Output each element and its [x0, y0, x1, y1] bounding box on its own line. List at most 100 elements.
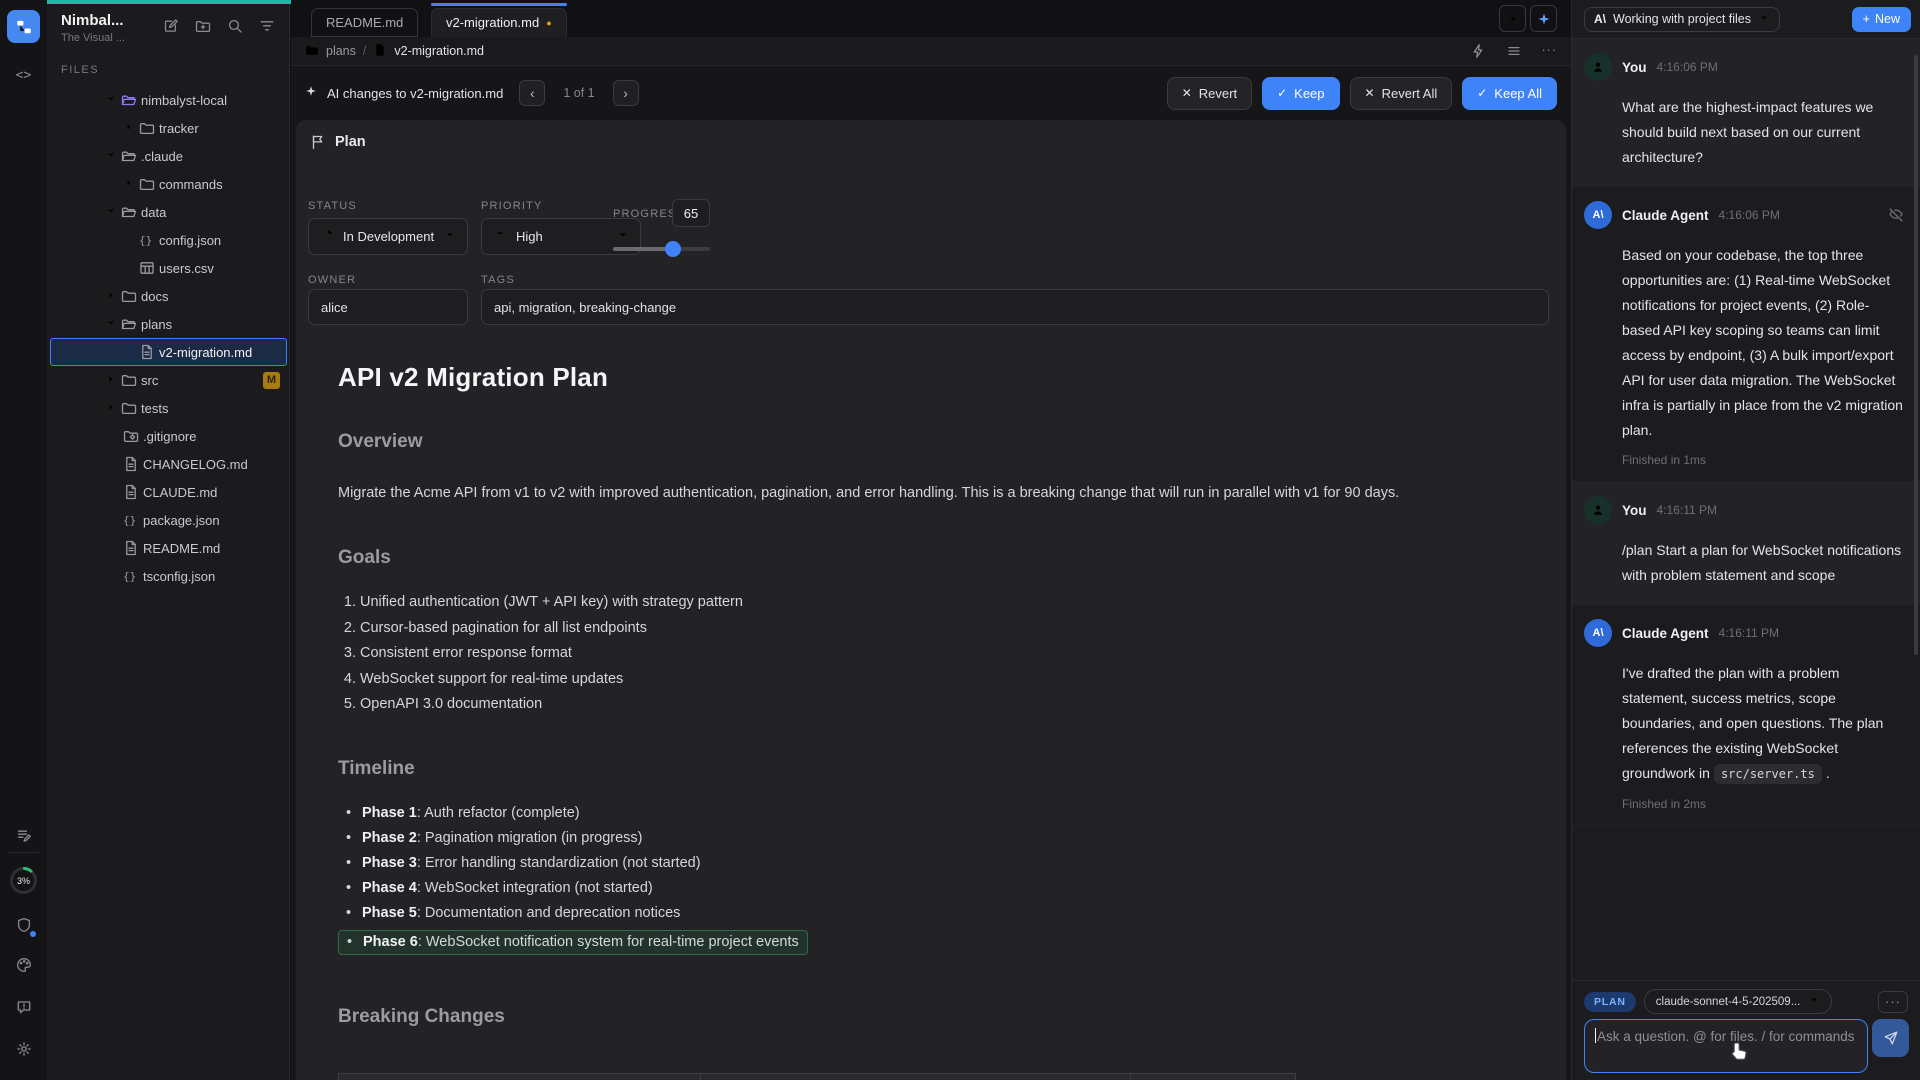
file-label: commands — [159, 177, 223, 192]
send-button[interactable] — [1872, 1019, 1909, 1057]
file-label: tsconfig.json — [143, 569, 215, 584]
slider-thumb[interactable] — [665, 241, 681, 257]
code-tag-glyph: <> — [16, 68, 32, 83]
file-tree-item-tsconfig[interactable]: {} tsconfig.json — [47, 562, 290, 590]
file-tree-item-gitignore[interactable]: .gitignore — [47, 422, 290, 450]
keep-button[interactable]: ✓ Keep — [1262, 77, 1339, 110]
file-tree-item-commands[interactable]: commands — [47, 170, 290, 198]
ai-sparkle-button[interactable] — [1530, 5, 1557, 32]
chevron-right-icon[interactable] — [105, 289, 121, 304]
notes-compose-icon[interactable] — [0, 818, 47, 852]
file-tree-item-src[interactable]: src M — [47, 366, 290, 394]
breadcrumb-folder[interactable]: plans — [326, 44, 356, 58]
file-tree-item-plans[interactable]: plans — [47, 310, 290, 338]
folder-gear-icon — [123, 428, 143, 444]
file-tree-item-readme[interactable]: README.md — [47, 534, 290, 562]
file-tree-item-users-csv[interactable]: users.csv — [47, 254, 290, 282]
feedback-icon[interactable] — [0, 990, 47, 1024]
file-tree-item-changelog[interactable]: CHANGELOG.md — [47, 450, 290, 478]
composer-more-button[interactable]: ··· — [1878, 991, 1908, 1013]
revert-button[interactable]: ✕ Revert — [1167, 77, 1252, 110]
progress-slider[interactable] — [613, 241, 710, 257]
priority-label: PRIORITY — [481, 200, 543, 212]
tab-v2-migration[interactable]: v2-migration.md ● — [431, 8, 567, 37]
timeline-heading: Timeline — [338, 758, 1536, 780]
claude-logo-icon: A\ — [1594, 12, 1606, 26]
chevron-down-icon[interactable] — [105, 205, 121, 220]
tab-label: v2-migration.md — [446, 15, 539, 30]
outline-list-icon[interactable] — [1506, 43, 1522, 59]
chevron-down-icon[interactable] — [105, 317, 121, 332]
rail-divider — [8, 852, 39, 853]
message-text: I've drafted the plan with a problem sta… — [1622, 661, 1904, 787]
progress-value[interactable]: 65 — [672, 199, 710, 227]
chat-input[interactable]: Ask a question. @ for files. / for comma… — [1584, 1019, 1868, 1073]
search-icon[interactable] — [227, 18, 243, 34]
keep-all-button[interactable]: ✓ Keep All — [1462, 77, 1557, 110]
chevron-right-icon[interactable] — [123, 121, 139, 136]
status-select[interactable]: In Development — [308, 218, 468, 255]
chevron-right-icon[interactable] — [105, 401, 121, 416]
breadcrumb-file[interactable]: v2-migration.md — [394, 44, 484, 58]
context-dropdown[interactable]: A\ Working with project files — [1584, 7, 1780, 32]
file-tree-item-claude-dir[interactable]: .claude — [47, 142, 290, 170]
tags-input[interactable]: api, migration, breaking-change — [481, 289, 1549, 325]
new-chat-button[interactable]: + New — [1852, 7, 1911, 32]
file-tree-item-tests[interactable]: tests — [47, 394, 290, 422]
breaking-changes-table: v1 v2 Migration — [338, 1073, 1296, 1080]
chat-messages: You 4:16:06 PM What are the highest-impa… — [1572, 39, 1920, 960]
breaking-changes-heading: Breaking Changes — [338, 1006, 1536, 1028]
check-icon: ✓ — [1477, 86, 1487, 100]
run-bolt-icon[interactable] — [1470, 43, 1486, 59]
tab-readme[interactable]: README.md — [311, 8, 418, 37]
new-note-icon[interactable] — [163, 18, 179, 34]
chevron-down-icon[interactable] — [105, 149, 121, 164]
file-label: plans — [141, 317, 172, 332]
next-change-button[interactable]: › — [613, 80, 639, 106]
file-tree-item-config-json[interactable]: {} config.json — [47, 226, 290, 254]
code-view-icon[interactable]: <> — [0, 58, 47, 92]
chevron-right-icon[interactable] — [123, 177, 139, 192]
security-shield-icon[interactable] — [0, 908, 47, 942]
document-icon — [123, 484, 143, 500]
plan-properties: STATUS In Development PRIORITY High PROG… — [296, 150, 1566, 336]
file-label: tests — [141, 401, 168, 416]
filter-icon[interactable] — [259, 18, 275, 34]
model-selector[interactable]: claude-sonnet-4-5-202509... — [1644, 989, 1833, 1014]
eye-off-icon[interactable] — [1888, 207, 1904, 223]
file-tree-item-data[interactable]: data — [47, 198, 290, 226]
new-folder-icon[interactable] — [195, 18, 211, 34]
file-label: config.json — [159, 233, 221, 248]
file-tree-item-tracker[interactable]: tracker — [47, 114, 290, 142]
theme-palette-icon[interactable] — [0, 948, 47, 982]
owner-input[interactable]: alice — [308, 289, 468, 325]
settings-gear-icon[interactable] — [0, 1032, 47, 1066]
file-tree-item-nimbalyst-local[interactable]: nimbalyst-local — [47, 86, 290, 114]
chevron-right-icon[interactable] — [105, 373, 121, 388]
revert-all-button[interactable]: ✕ Revert All — [1350, 77, 1453, 110]
usage-gauge[interactable]: 3% — [9, 866, 38, 895]
file-tree-item-package-json[interactable]: {} package.json — [47, 506, 290, 534]
goal-item: OpenAPI 3.0 documentation — [360, 696, 1536, 712]
change-counter: 1 of 1 — [563, 86, 594, 100]
file-label: users.csv — [159, 261, 214, 276]
folder-open-icon — [121, 148, 141, 164]
app-logo[interactable] — [7, 10, 40, 43]
tags-label: TAGS — [481, 274, 515, 286]
more-options-icon[interactable]: ··· — [1542, 43, 1558, 59]
file-tree-item-docs[interactable]: docs — [47, 282, 290, 310]
folder-icon — [305, 43, 319, 60]
message-footer: Finished in 1ms — [1622, 453, 1904, 467]
breadcrumb: plans / v2-migration.md ··· — [291, 37, 1571, 66]
status-label: STATUS — [308, 200, 357, 212]
tab-list-dropdown-button[interactable] — [1499, 5, 1526, 32]
chat-scrollbar[interactable] — [1914, 55, 1918, 655]
file-tree-item-v2-migration-selected[interactable]: v2-migration.md — [50, 338, 287, 366]
check-icon: ✓ — [1277, 86, 1287, 100]
plan-mode-badge[interactable]: PLAN — [1584, 992, 1636, 1012]
file-tree-item-claude-md[interactable]: CLAUDE.md — [47, 478, 290, 506]
chevron-down-icon[interactable] — [105, 93, 121, 108]
folder-open-icon — [121, 92, 141, 108]
document-card: Plan STATUS In Development PRIORITY High… — [296, 120, 1566, 1080]
prev-change-button[interactable]: ‹ — [519, 80, 545, 106]
